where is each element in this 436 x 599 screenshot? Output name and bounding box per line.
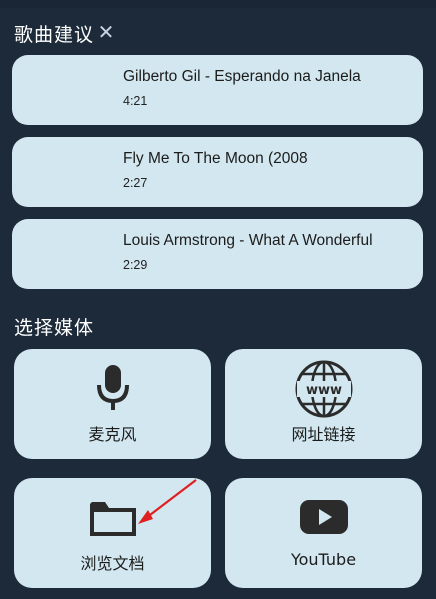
svg-text:www: www [305, 383, 341, 398]
song-title: Fly Me To The Moon (2008 [123, 150, 308, 167]
select-media-title: 选择媒体 [14, 317, 95, 339]
microphone-icon [96, 365, 129, 410]
song-suggestions-title: 歌曲建议 [14, 24, 95, 46]
song-title: Louis Armstrong - What A Wonderful [123, 232, 373, 249]
song-card[interactable]: Gilberto Gil - Esperando na Janela 4:21 [12, 55, 423, 125]
folder-icon [89, 502, 136, 536]
youtube-icon [299, 500, 348, 534]
microphone-label: 麦克风 [88, 425, 137, 444]
song-duration: 2:29 [123, 258, 148, 272]
close-icon[interactable]: ✕ [96, 22, 116, 42]
browse-documents-button[interactable]: 浏览文档 [14, 478, 211, 588]
song-duration: 4:21 [123, 94, 148, 108]
song-duration: 2:27 [123, 176, 148, 190]
url-link-button[interactable]: www 网址链接 [225, 349, 422, 459]
song-title: Gilberto Gil - Esperando na Janela [123, 68, 361, 85]
browse-documents-label: 浏览文档 [80, 554, 145, 573]
status-strip [0, 0, 436, 8]
microphone-button[interactable]: 麦克风 [14, 349, 211, 459]
song-card[interactable]: Fly Me To The Moon (2008 2:27 [12, 137, 423, 207]
youtube-button[interactable]: YouTube [225, 478, 422, 588]
youtube-label: YouTube [290, 550, 357, 569]
song-card[interactable]: Louis Armstrong - What A Wonderful 2:29 [12, 219, 423, 289]
url-link-label: 网址链接 [291, 425, 356, 444]
globe-www-icon: www [295, 360, 352, 418]
